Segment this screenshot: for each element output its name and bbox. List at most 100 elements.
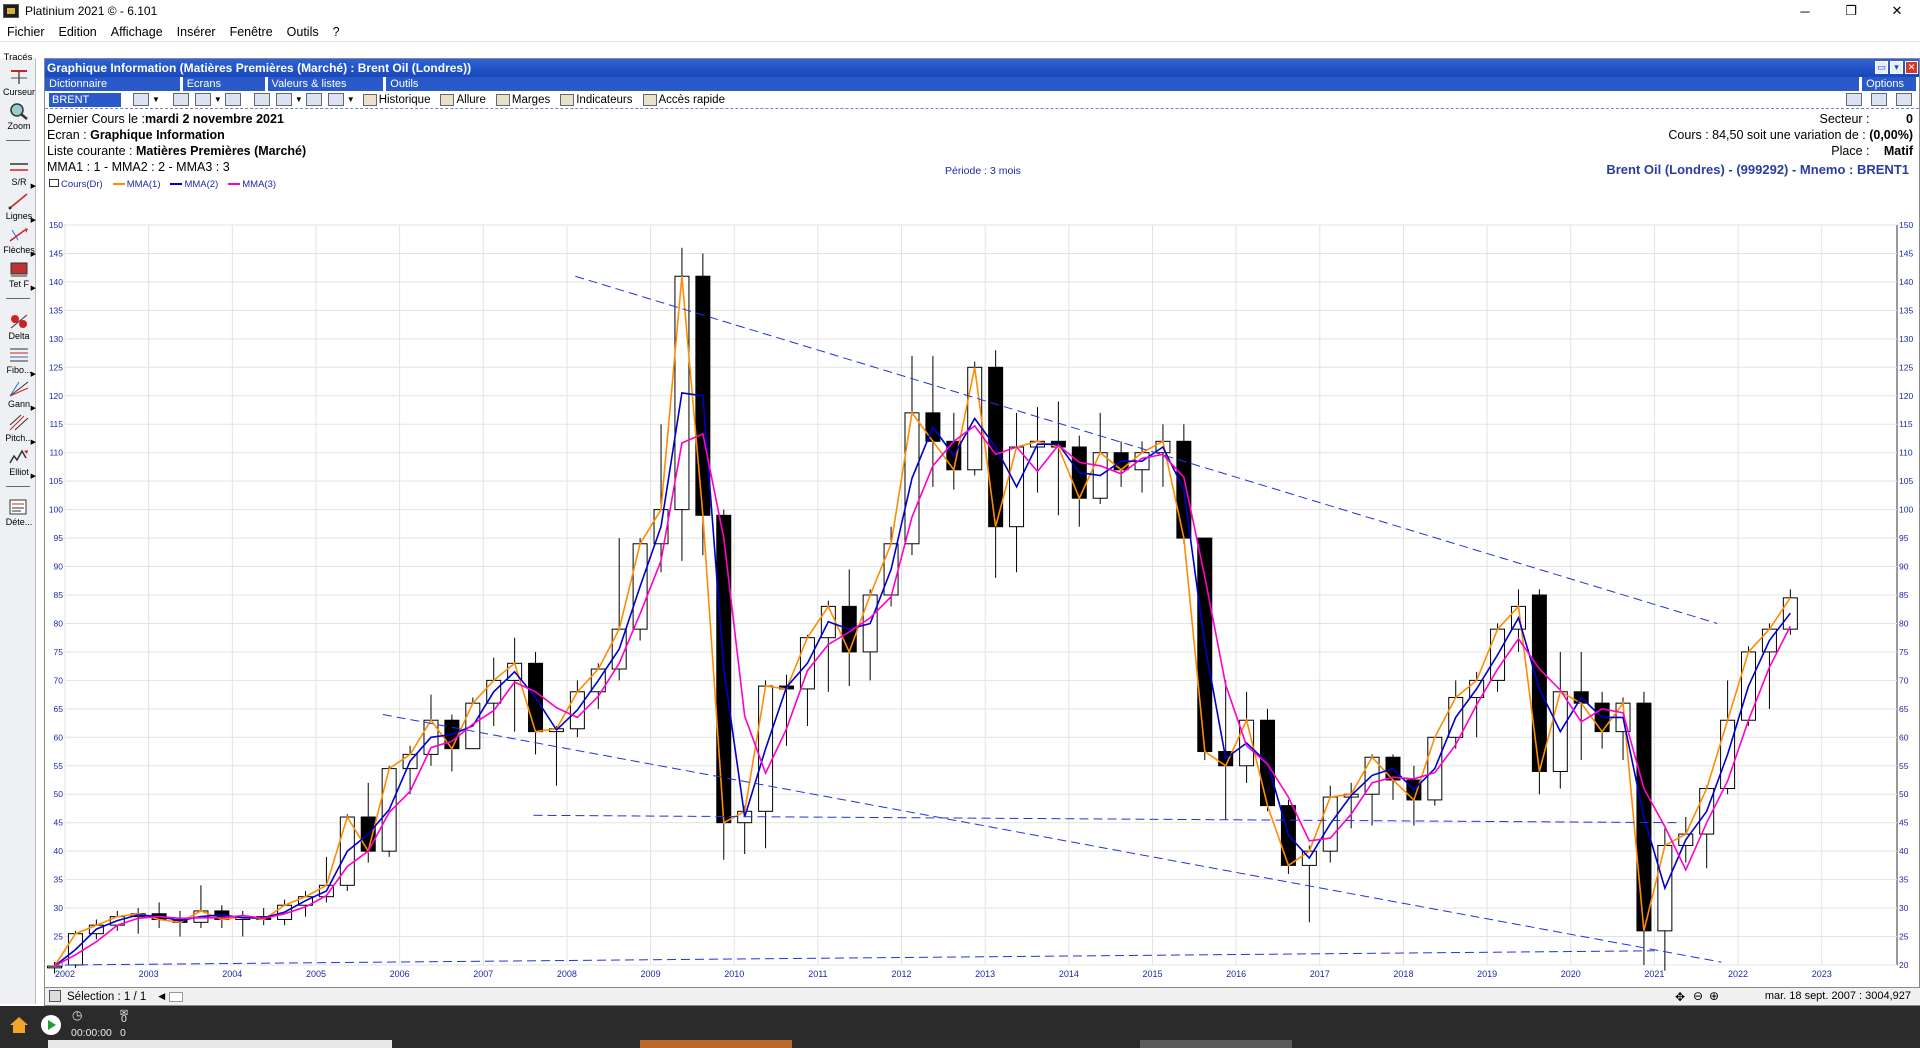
chart-toolbar: BRENT ▼ ▼ ▼ ▼ Historique Allure Marges I…	[45, 91, 1919, 109]
print-icon[interactable]	[1846, 93, 1862, 106]
play-icon[interactable]	[40, 1014, 62, 1036]
section-options[interactable]: Options	[1862, 77, 1916, 91]
tet-f-label: Tet F	[8, 279, 29, 289]
x-tick-label: 2016	[1226, 969, 1246, 979]
chart-footer: Sélection : 1 / 1 ◀ ✥ ⊖ ⊕ mar. 18 sept. …	[45, 987, 1920, 1005]
crosshair-icon[interactable]: ✥	[1675, 990, 1685, 1004]
menu-help[interactable]: ?	[326, 25, 347, 39]
scrollbar-thumb[interactable]	[169, 991, 184, 1002]
tool-fibonacci[interactable]: Fibo... ▶	[2, 346, 36, 380]
x-tick-label: 2023	[1812, 969, 1832, 979]
menu-fenetre[interactable]: Fenêtre	[223, 25, 280, 39]
screen-chart-icon[interactable]	[194, 93, 211, 106]
chart-window-controls: ▭ ▾ ✕	[1875, 61, 1918, 74]
indicateurs-button[interactable]: Indicateurs	[560, 93, 633, 106]
previous-value-icon[interactable]	[253, 93, 270, 106]
legend-mma3-swatch	[228, 183, 241, 186]
tool-lignes[interactable]: Lignes ▶	[2, 192, 36, 226]
ticker-field[interactable]: BRENT	[49, 92, 121, 107]
dictionary-book-icon[interactable]	[133, 93, 149, 106]
y-tick-label-right: 130	[1899, 334, 1913, 344]
cursor-icon	[11, 70, 27, 84]
timer-value: 00:00:00	[71, 1027, 112, 1039]
curseur-label: Curseur	[2, 87, 35, 97]
allure-button[interactable]: Allure	[440, 93, 486, 106]
historique-button[interactable]: Historique	[362, 93, 430, 106]
tool-pitchfork[interactable]: Pitch... ▶	[2, 414, 36, 448]
restore-button[interactable]: ❐	[1828, 0, 1874, 22]
menu-edition[interactable]: Edition	[52, 25, 104, 39]
section-dictionnaire[interactable]: Dictionnaire	[45, 77, 180, 91]
list-icon[interactable]	[275, 93, 292, 106]
grid-icon[interactable]	[327, 93, 344, 106]
y-tick-label-left: 110	[49, 448, 63, 458]
marges-icon	[495, 93, 510, 106]
minimize-button[interactable]: ─	[1782, 0, 1828, 22]
tool-curseur[interactable]: Curseur	[2, 68, 36, 102]
x-tick-label: 2019	[1477, 969, 1497, 979]
tools-separator	[6, 298, 30, 299]
tool-traces[interactable]: Tracés	[1, 52, 35, 66]
chart-minimize-button[interactable]: ▭	[1875, 61, 1888, 74]
y-tick-label-right: 135	[1899, 305, 1913, 315]
home-icon[interactable]	[8, 1014, 30, 1036]
flag-icon[interactable]	[224, 93, 241, 106]
delta-label: Delta	[8, 331, 30, 341]
next-value-icon[interactable]	[305, 93, 322, 106]
legend-cours[interactable]: Cours(Dr)	[49, 179, 103, 190]
list-row: Liste courante : Matières Premières (Mar…	[47, 144, 306, 158]
section-outils[interactable]: Outils	[386, 77, 1860, 91]
zoom-in-icon[interactable]: ⊕	[1709, 989, 1719, 1003]
menu-outils[interactable]: Outils	[280, 25, 326, 39]
y-tick-label-left: 95	[54, 533, 64, 543]
y-tick-label-right: 30	[1899, 903, 1909, 913]
x-tick-label: 2006	[390, 969, 410, 979]
x-tick-label: 2010	[724, 969, 744, 979]
chevron-down-icon[interactable]: ▼	[214, 95, 222, 104]
chevron-down-icon[interactable]: ▼	[295, 95, 303, 104]
tool-delta[interactable]: Delta	[2, 312, 36, 346]
submenu-arrow-icon: ▶	[30, 251, 36, 258]
chevron-down-icon[interactable]: ▼	[152, 95, 160, 104]
legend-mma3[interactable]: MMA(3)	[228, 179, 276, 190]
tool-sr[interactable]: S/R ▶	[2, 158, 36, 192]
chart-close-button[interactable]: ✕	[1905, 61, 1918, 74]
taskbar-strip-orange	[640, 1040, 792, 1048]
zoom-icon	[10, 103, 28, 120]
tool-zoom[interactable]: Zoom	[2, 102, 36, 136]
legend-mma1[interactable]: MMA(1)	[112, 179, 160, 190]
tool-detection[interactable]: Déte...	[2, 498, 36, 532]
lock-icon[interactable]	[49, 990, 61, 1002]
export-icon[interactable]	[1896, 93, 1912, 106]
menu-fichier[interactable]: Fichier	[0, 25, 52, 39]
price-chart[interactable]: 20 20 25 25 30 30 35 35 40 40 45 45 50 50 55 55 60 60 65 65…	[45, 213, 1919, 983]
tool-elliott[interactable]: Elliot ▶	[2, 448, 36, 482]
tool-gann[interactable]: Gann ▶	[2, 380, 36, 414]
menu-affichage[interactable]: Affichage	[104, 25, 170, 39]
chevron-down-icon[interactable]: ▼	[347, 95, 355, 104]
x-tick-label: 2014	[1059, 969, 1079, 979]
submenu-arrow-icon: ▶	[30, 285, 36, 292]
edit-icon[interactable]	[1871, 93, 1887, 106]
close-button[interactable]: ✕	[1874, 0, 1920, 22]
section-ecrans[interactable]: Ecrans	[182, 77, 265, 91]
marges-button[interactable]: Marges	[495, 93, 550, 106]
x-tick-label: 2012	[892, 969, 912, 979]
historique-icon	[362, 93, 377, 106]
zoom-out-icon[interactable]: ⊖	[1693, 989, 1703, 1003]
cours-label: Cours : 84,50 soit une variation de :	[1668, 128, 1866, 142]
place-value: Matif	[1883, 144, 1913, 158]
menu-inserer[interactable]: Insérer	[170, 25, 223, 39]
y-tick-label-left: 35	[54, 875, 64, 885]
y-tick-label-left: 100	[49, 505, 63, 515]
chart-restore-button[interactable]: ▾	[1890, 61, 1903, 74]
legend-mma2[interactable]: MMA(2)	[170, 179, 218, 190]
place-label: Place :	[1831, 144, 1870, 158]
section-valeurs-listes[interactable]: Valeurs & listes	[267, 77, 384, 91]
x-tick-label: 2020	[1561, 969, 1581, 979]
scroll-left-icon[interactable]: ◀	[158, 991, 165, 1002]
acces-rapide-button[interactable]: Accès rapide	[642, 93, 725, 106]
screen-line-icon[interactable]	[172, 93, 189, 106]
tool-fleches[interactable]: Flèches ▶	[2, 226, 36, 260]
tool-tet-f[interactable]: Tet F ▶	[2, 260, 36, 294]
